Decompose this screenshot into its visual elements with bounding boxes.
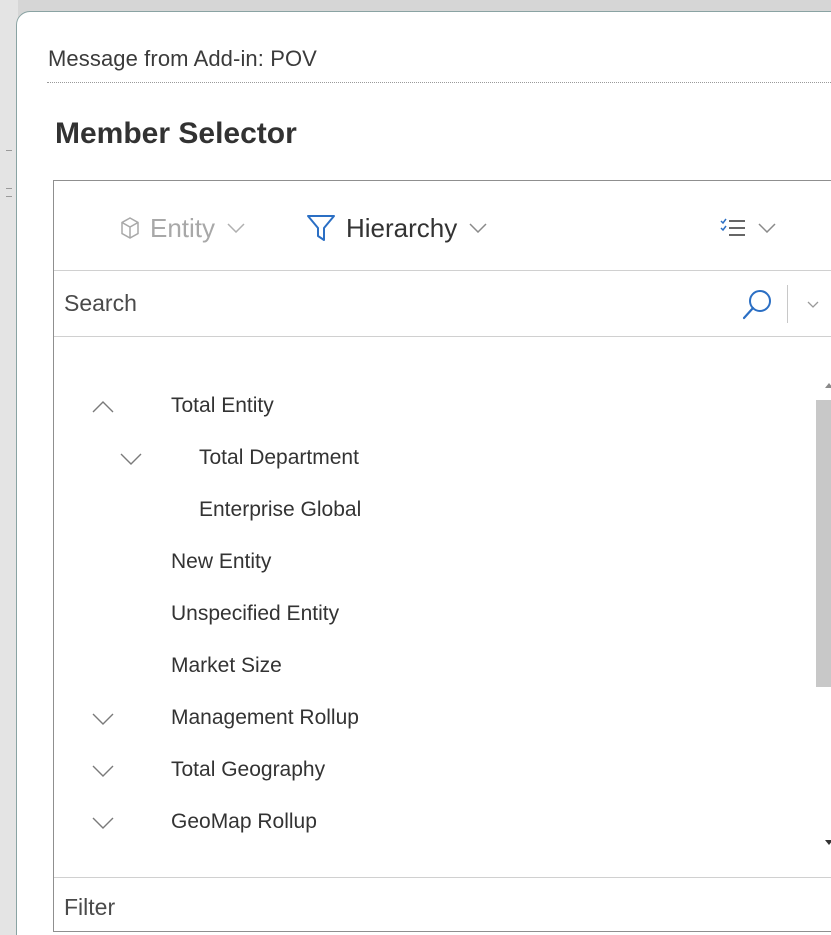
scroll-down-arrow-icon[interactable] (814, 832, 831, 854)
background-tick (6, 188, 12, 189)
tree-item-new-entity[interactable]: New Entity (54, 541, 794, 585)
tree-item-label: Unspecified Entity (171, 602, 340, 625)
tree-scrollbar[interactable] (814, 374, 831, 854)
tree-item-geomap-rollup[interactable]: GeoMap Rollup (54, 801, 794, 845)
filter-bar (54, 877, 831, 933)
chevron-down-icon (469, 223, 487, 233)
search-input[interactable] (64, 285, 704, 321)
member-selector-panel: Entity Hierarchy Search Total Entity Tot… (53, 180, 831, 932)
background-tick (6, 196, 12, 197)
checklist-icon (720, 217, 746, 239)
tree-item-label: GeoMap Rollup (171, 810, 317, 833)
dimension-label: Entity (150, 212, 216, 243)
add-in-dialog: Message from Add-in: POV Member Selector… (16, 11, 831, 935)
view-options-dropdown[interactable] (720, 211, 776, 245)
cube-icon (120, 217, 140, 239)
funnel-icon (306, 214, 336, 242)
dimension-dropdown[interactable]: Entity (120, 211, 245, 245)
chevron-up-icon[interactable] (90, 397, 116, 417)
member-selector-heading: Member Selector (55, 117, 297, 150)
tree-item-market-size[interactable]: Market Size (54, 645, 794, 689)
member-tree: Total Entity Total Department Enterprise… (54, 337, 831, 861)
chevron-down-icon[interactable] (90, 761, 116, 781)
tree-item-total-entity[interactable]: Total Entity (54, 385, 794, 429)
selector-toolbar: Entity Hierarchy (54, 181, 831, 271)
scroll-up-arrow-icon[interactable] (814, 374, 831, 396)
tree-item-unspecified-entity[interactable]: Unspecified Entity (54, 593, 794, 637)
tree-item-enterprise-global[interactable]: Enterprise Global (54, 489, 794, 533)
search-options-chevron-icon[interactable] (802, 293, 824, 315)
tree-item-label: Total Department (199, 446, 359, 469)
dialog-title: Message from Add-in: POV (48, 46, 317, 71)
hierarchy-filter-dropdown[interactable]: Hierarchy (306, 211, 487, 245)
filter-input[interactable] (64, 890, 764, 924)
title-divider (47, 82, 831, 83)
chevron-down-icon[interactable] (90, 813, 116, 833)
chevron-down-icon (227, 223, 245, 233)
search-icon[interactable] (740, 287, 776, 323)
chevron-down-icon (758, 223, 776, 233)
tree-item-label: Total Entity (171, 394, 274, 417)
hierarchy-label: Hierarchy (346, 212, 458, 243)
tree-item-label: Enterprise Global (199, 498, 362, 521)
tree-item-label: New Entity (171, 550, 272, 573)
tree-item-management-rollup[interactable]: Management Rollup (54, 697, 794, 741)
chevron-down-icon[interactable] (90, 709, 116, 729)
tree-item-label: Market Size (171, 654, 282, 677)
tree-item-label: Total Geography (171, 758, 326, 781)
tree-item-total-department[interactable]: Total Department (54, 437, 794, 481)
chevron-down-icon[interactable] (118, 449, 144, 469)
scrollbar-thumb[interactable] (816, 400, 831, 687)
search-divider (787, 285, 788, 323)
tree-item-total-geography[interactable]: Total Geography (54, 749, 794, 793)
background-tick (6, 150, 12, 151)
tree-item-label: Management Rollup (171, 706, 359, 729)
search-bar (54, 271, 831, 337)
